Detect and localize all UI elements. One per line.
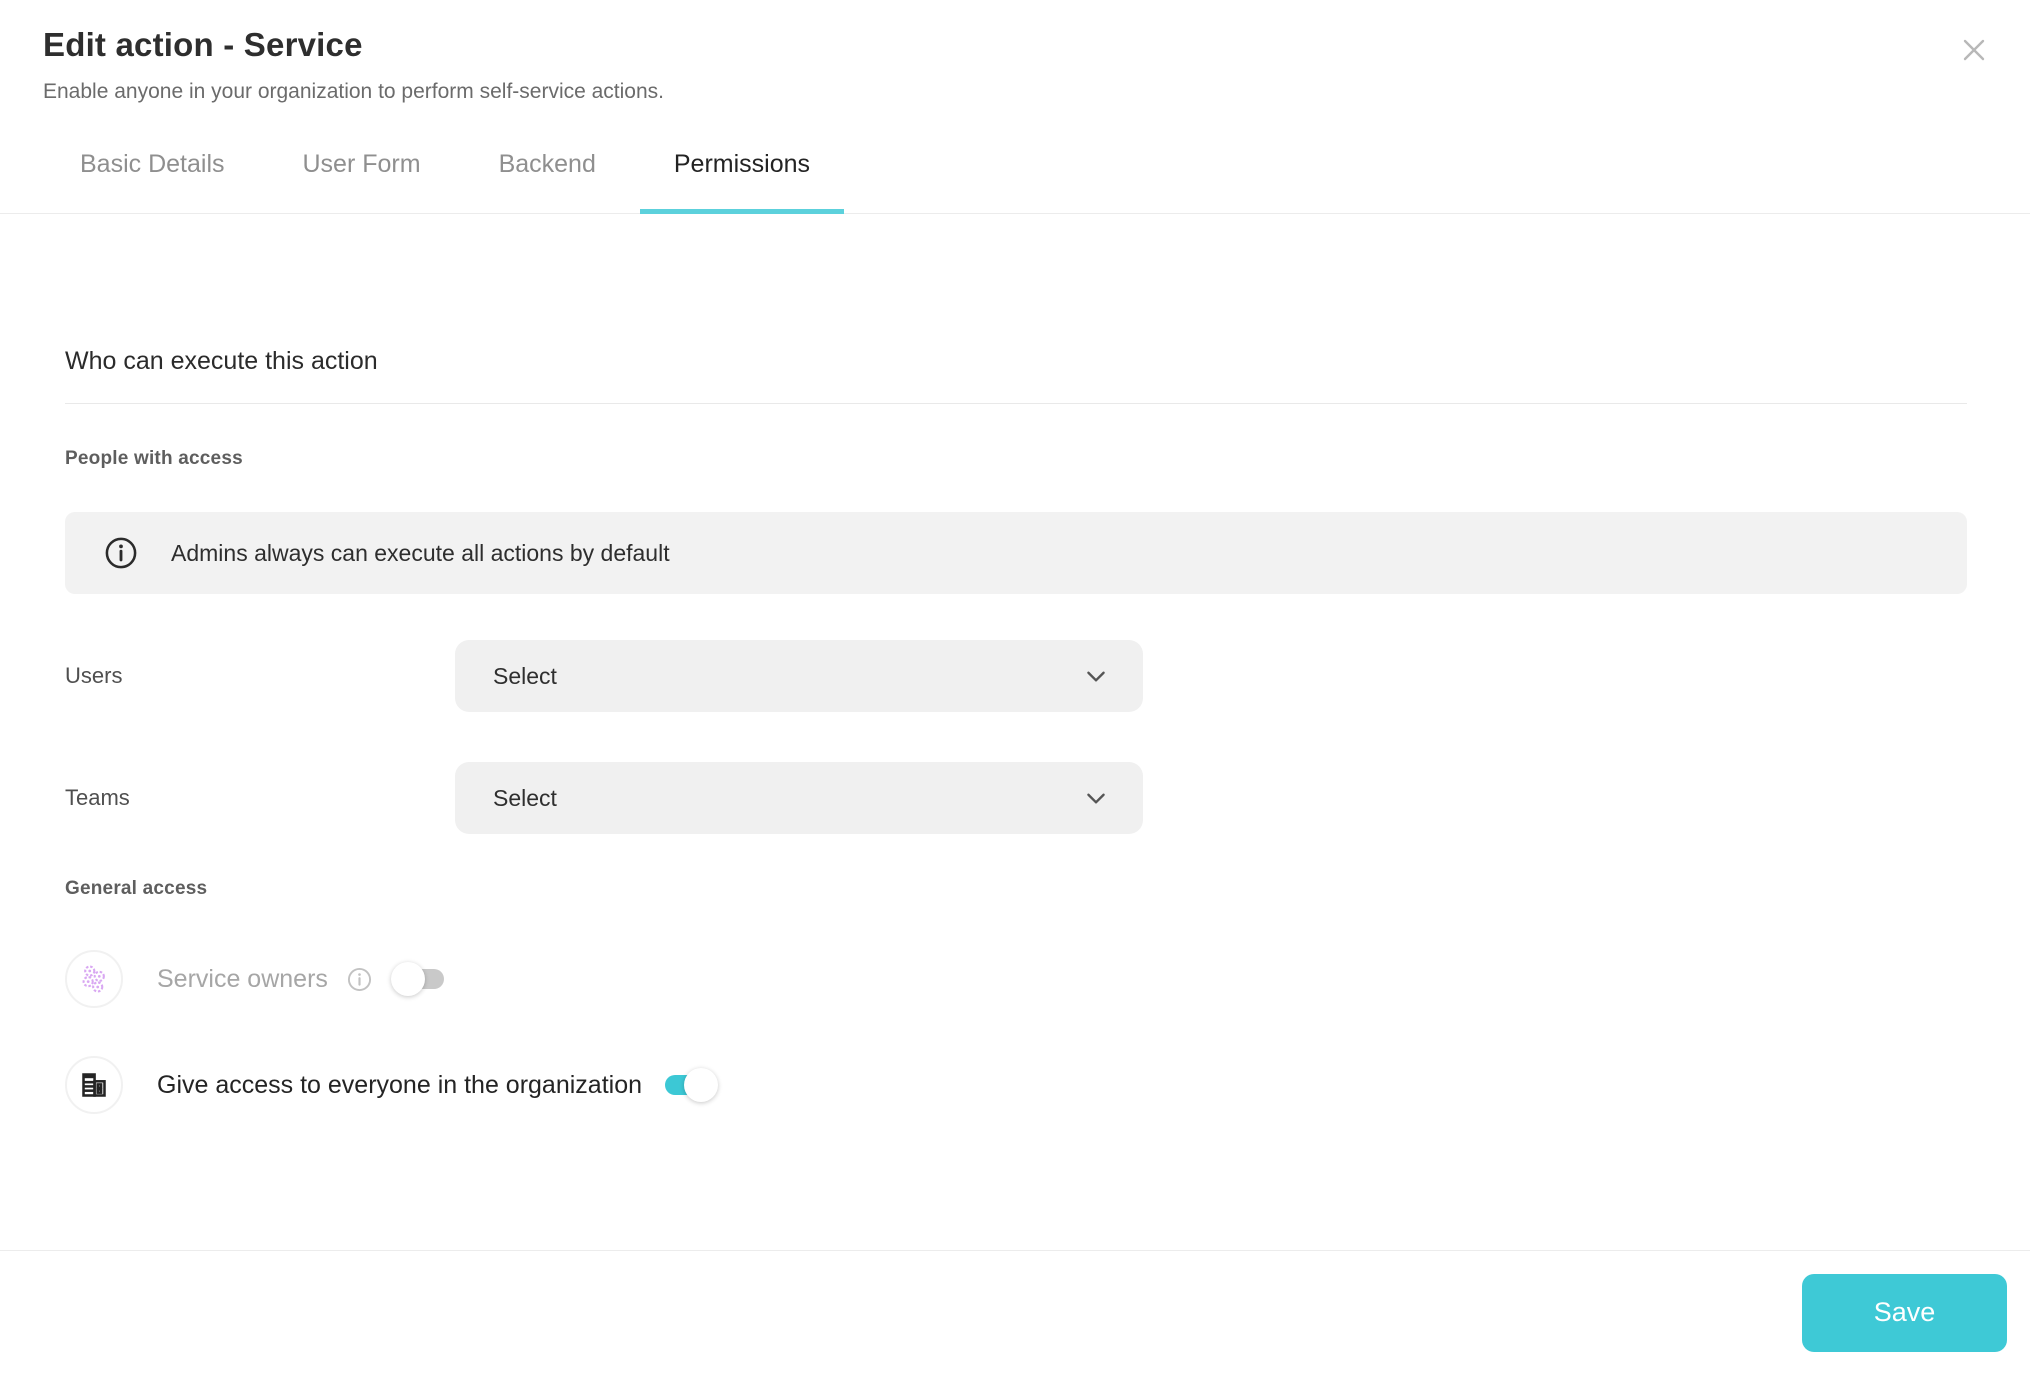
tab-permissions[interactable]: Permissions (674, 150, 810, 213)
save-button[interactable]: Save (1802, 1274, 2007, 1352)
teams-select-value: Select (493, 785, 557, 812)
service-owners-icon (76, 961, 112, 997)
service-owners-row: Service owners (65, 950, 1967, 1008)
people-with-access-label: People with access (65, 448, 1967, 470)
users-label: Users (65, 663, 455, 689)
tab-bar: Basic Details User Form Backend Permissi… (0, 150, 2030, 214)
banner-text: Admins always can execute all actions by… (171, 540, 670, 567)
tab-basic-details[interactable]: Basic Details (80, 150, 225, 213)
section-title: Who can execute this action (65, 347, 1967, 404)
info-icon[interactable] (346, 966, 373, 993)
admins-info-banner: Admins always can execute all actions by… (65, 512, 1967, 594)
users-select[interactable]: Select (455, 640, 1143, 712)
page-subtitle: Enable anyone in your organization to pe… (43, 80, 1987, 104)
users-select-value: Select (493, 663, 557, 690)
close-icon (1958, 34, 1990, 66)
everyone-access-label: Give access to everyone in the organizat… (157, 1071, 642, 1100)
everyone-access-toggle[interactable] (660, 1067, 718, 1103)
tab-backend[interactable]: Backend (499, 150, 596, 213)
teams-label: Teams (65, 785, 455, 811)
users-field-row: Users Select (65, 640, 1967, 712)
info-icon (103, 535, 139, 571)
chevron-down-icon (1083, 785, 1109, 811)
organization-avatar (65, 1056, 123, 1114)
chevron-down-icon (1083, 663, 1109, 689)
teams-select[interactable]: Select (455, 762, 1143, 834)
service-owners-avatar (65, 950, 123, 1008)
permissions-panel: Who can execute this action People with … (0, 214, 2030, 1250)
page-title: Edit action - Service (43, 26, 1987, 64)
service-owners-toggle[interactable] (391, 961, 449, 997)
general-access-label: General access (65, 878, 1967, 900)
close-button[interactable] (1954, 30, 1994, 70)
organization-icon (77, 1068, 111, 1102)
tab-user-form[interactable]: User Form (303, 150, 421, 213)
teams-field-row: Teams Select (65, 762, 1967, 834)
service-owners-label: Service owners (157, 965, 328, 994)
modal-header: Edit action - Service Enable anyone in y… (0, 0, 2030, 104)
everyone-access-row: Give access to everyone in the organizat… (65, 1056, 1967, 1114)
edit-action-modal: Edit action - Service Enable anyone in y… (0, 0, 2030, 1374)
modal-footer: Save (0, 1250, 2030, 1374)
